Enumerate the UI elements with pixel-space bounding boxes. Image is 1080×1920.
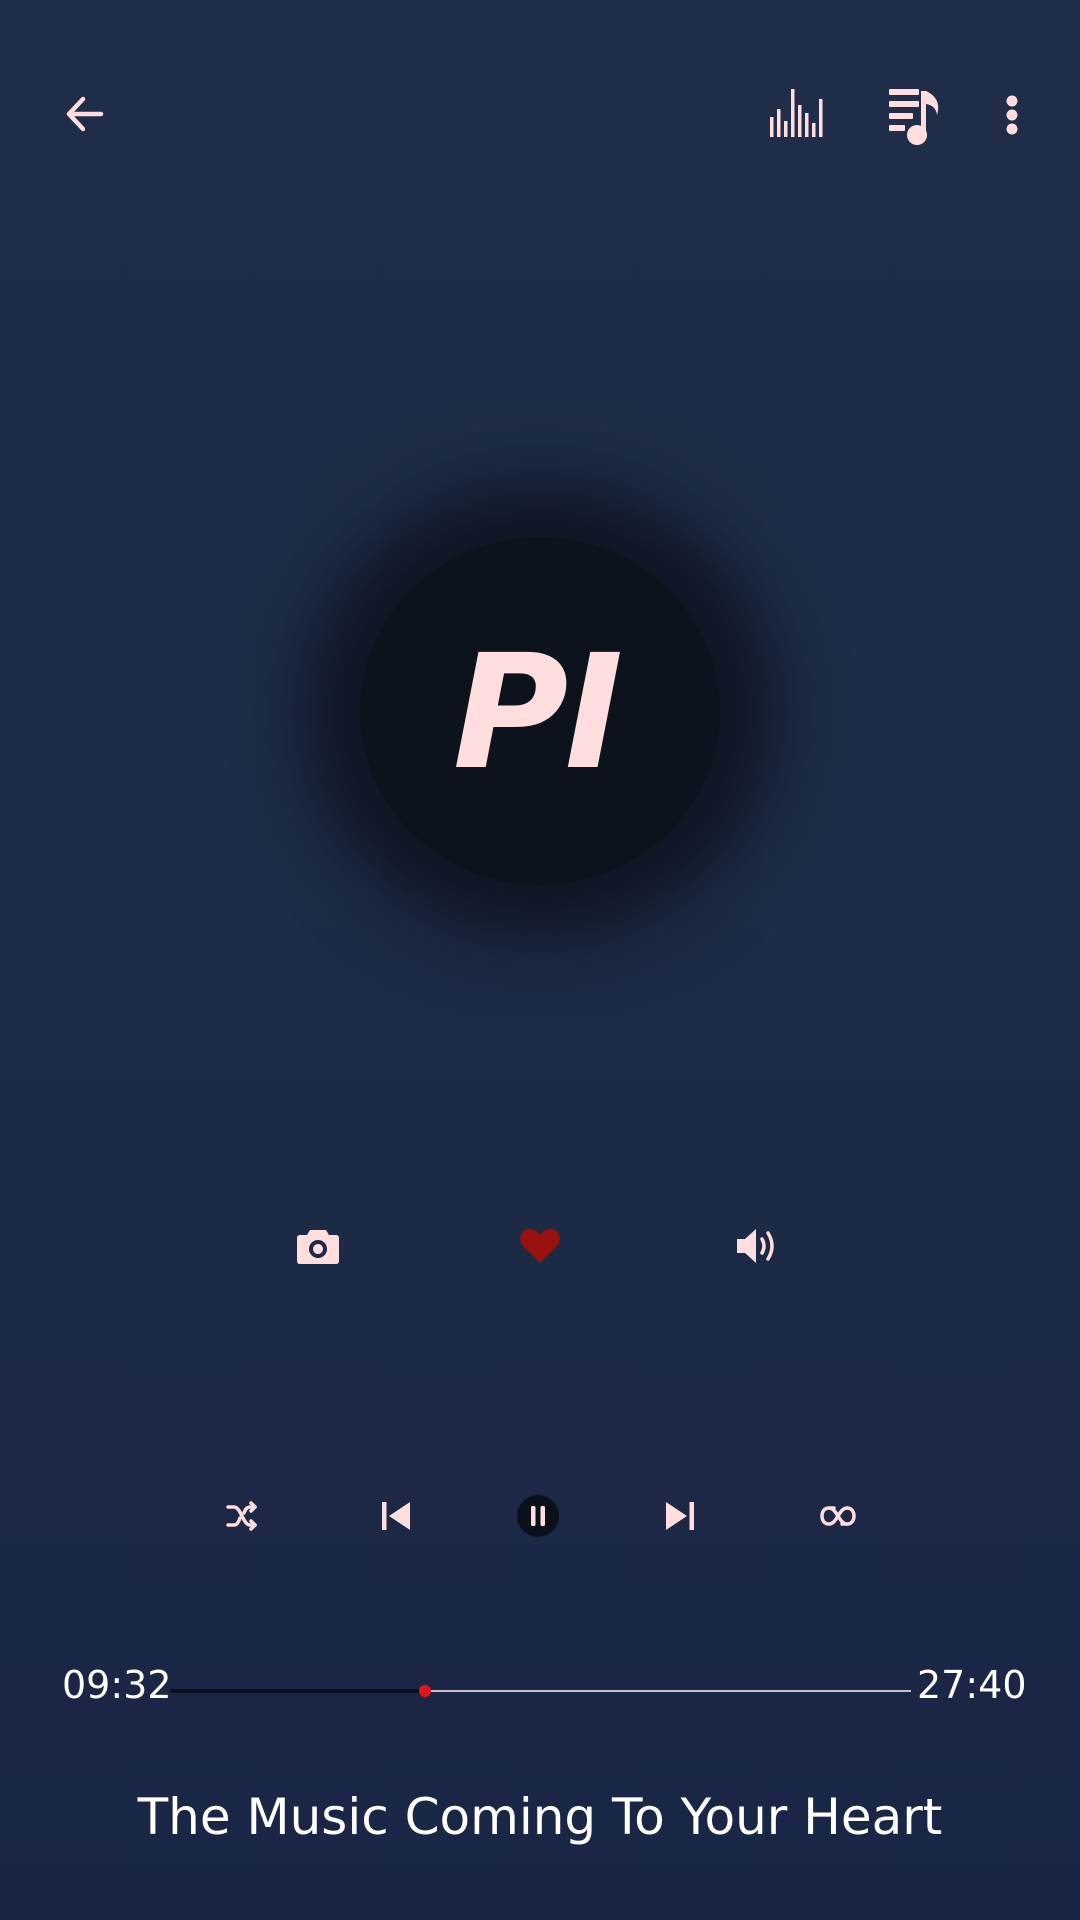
next-track-button[interactable] bbox=[650, 1486, 710, 1546]
volume-up-icon bbox=[737, 1229, 774, 1263]
track-title: The Music Coming To Your Heart bbox=[137, 1788, 943, 1846]
favorite-button[interactable] bbox=[510, 1216, 570, 1276]
skip-previous-icon bbox=[382, 1502, 410, 1530]
heart-icon bbox=[520, 1228, 560, 1263]
camera-button[interactable] bbox=[288, 1216, 348, 1276]
more-vertical-icon bbox=[1006, 95, 1018, 135]
equalizer-bars-icon bbox=[770, 89, 823, 137]
previous-track-button[interactable] bbox=[366, 1486, 426, 1546]
seek-bar[interactable] bbox=[170, 1685, 911, 1697]
equalizer-button[interactable] bbox=[760, 76, 830, 146]
pause-icon bbox=[517, 1495, 559, 1537]
camera-icon bbox=[297, 1230, 339, 1264]
album-art: PI bbox=[360, 537, 720, 885]
more-options-button[interactable] bbox=[990, 80, 1034, 150]
total-time: 27:40 bbox=[917, 1663, 1027, 1707]
back-button[interactable] bbox=[50, 80, 120, 150]
volume-button[interactable] bbox=[727, 1216, 787, 1276]
playlist-music-icon bbox=[889, 89, 939, 145]
repeat-icon bbox=[820, 1506, 856, 1526]
skip-next-icon bbox=[666, 1502, 694, 1530]
seek-bar-thumb[interactable] bbox=[419, 1685, 432, 1697]
repeat-button[interactable] bbox=[808, 1486, 868, 1546]
queue-button[interactable] bbox=[880, 80, 950, 150]
shuffle-icon bbox=[226, 1501, 257, 1531]
arrow-left-icon bbox=[66, 96, 104, 132]
play-pause-button[interactable] bbox=[508, 1486, 568, 1546]
shuffle-button[interactable] bbox=[212, 1486, 272, 1546]
album-art-initials: PI bbox=[452, 621, 624, 805]
elapsed-time: 09:32 bbox=[62, 1663, 172, 1707]
seek-bar-fill bbox=[170, 1689, 426, 1693]
